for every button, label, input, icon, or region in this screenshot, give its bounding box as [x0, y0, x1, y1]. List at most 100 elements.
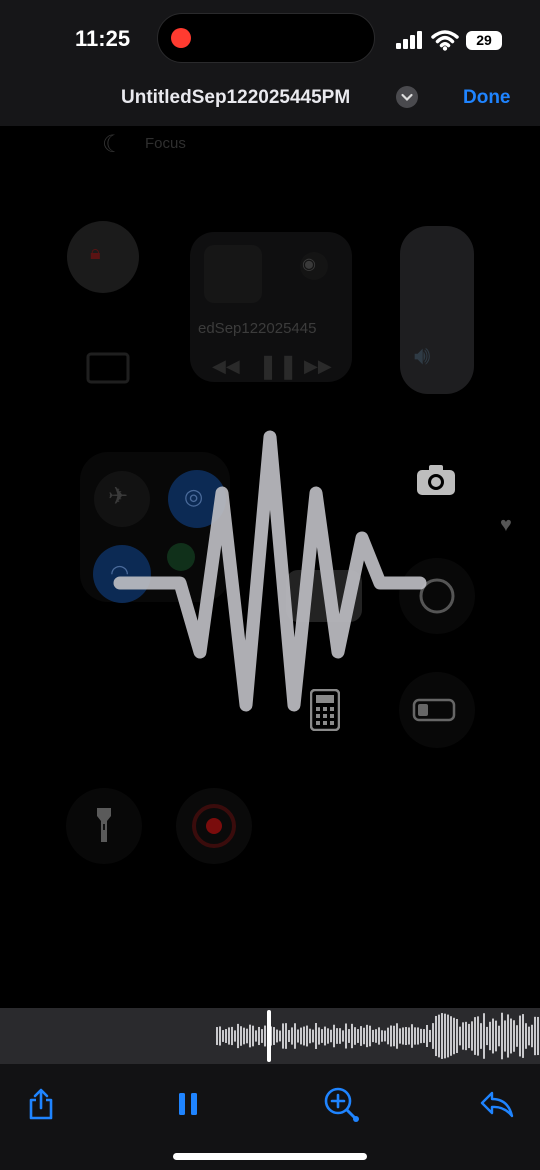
- waveform-bar: [342, 1030, 344, 1042]
- battery-icon: 29: [466, 31, 502, 50]
- waveform-bar: [288, 1030, 290, 1042]
- waveform-bar: [411, 1024, 413, 1048]
- waveform-bar: [297, 1029, 299, 1043]
- timeline-scrubber[interactable]: [0, 1008, 540, 1064]
- waveform-bar: [438, 1014, 440, 1058]
- waveform-bar: [483, 1013, 485, 1059]
- waveform-bar: [525, 1023, 527, 1049]
- zoom-button[interactable]: [321, 1084, 361, 1124]
- share-button[interactable]: [21, 1084, 61, 1124]
- waveform-bar: [312, 1029, 314, 1043]
- waveform-bar: [369, 1025, 371, 1047]
- waveform-bar: [444, 1013, 446, 1059]
- camera-icon: [416, 464, 456, 501]
- waveform-bar: [393, 1025, 395, 1047]
- waveform-bar: [228, 1027, 230, 1045]
- waveform-bar: [492, 1018, 494, 1054]
- waveform-bar: [432, 1023, 434, 1049]
- waveform-bar: [300, 1027, 302, 1045]
- waveform-bar: [519, 1015, 521, 1057]
- waveform-bar: [429, 1029, 431, 1043]
- done-button[interactable]: Done: [463, 87, 511, 109]
- waveform-bar: [489, 1021, 491, 1051]
- waveform-bar: [276, 1029, 278, 1043]
- waveform-bar: [360, 1026, 362, 1046]
- share-icon: [29, 1088, 53, 1120]
- cellular-signal-icon: [396, 31, 422, 49]
- wifi-icon: [431, 30, 459, 51]
- waveform-bar: [453, 1017, 455, 1055]
- waveform-bar: [354, 1027, 356, 1045]
- waveform-bar: [495, 1020, 497, 1052]
- waveform-bar: [423, 1029, 425, 1043]
- pause-button[interactable]: [168, 1084, 208, 1124]
- waveform-bar: [405, 1026, 407, 1046]
- recording-title[interactable]: UntitledSep122025445PM: [121, 87, 350, 109]
- waveform-bar: [237, 1023, 239, 1049]
- waveform-bar: [327, 1028, 329, 1044]
- waveform-bar: [414, 1027, 416, 1045]
- waveform-bar: [366, 1024, 368, 1048]
- media-title: edSep122025445: [198, 320, 317, 337]
- playhead[interactable]: [267, 1010, 271, 1062]
- waveform-bar: [339, 1028, 341, 1044]
- rewind-icon: ◀◀: [212, 356, 240, 376]
- flashlight-icon: [96, 806, 112, 849]
- waveform-bar: [534, 1016, 536, 1056]
- waveform-bar: [387, 1027, 389, 1045]
- replay-button[interactable]: [477, 1084, 517, 1124]
- waveform-bar: [324, 1026, 326, 1046]
- waveform-bar: [345, 1023, 347, 1049]
- waveform-bar: [477, 1016, 479, 1056]
- waveform-bar: [258, 1026, 260, 1046]
- waveform-bar: [279, 1030, 281, 1042]
- waveform-bar: [507, 1014, 509, 1058]
- waveform-bar: [315, 1023, 317, 1049]
- waveform-bar: [465, 1021, 467, 1051]
- waveform-bar: [480, 1023, 482, 1049]
- waveform-bar: [417, 1027, 419, 1045]
- waveform-bar: [240, 1026, 242, 1046]
- heart-icon: ♥: [500, 514, 512, 536]
- waveform-bar: [390, 1025, 392, 1047]
- waveform-bar: [468, 1023, 470, 1049]
- waveform-bar: [396, 1023, 398, 1049]
- waveform-bar: [348, 1029, 350, 1043]
- waveform-bar: [246, 1028, 248, 1044]
- waveform-bar: [522, 1014, 524, 1058]
- waveform-bar: [408, 1027, 410, 1045]
- pause-glyph-icon: ❚❚: [258, 353, 299, 380]
- waveform-bar: [291, 1027, 293, 1045]
- waveform-bar: [381, 1030, 383, 1042]
- waveform-bar: [306, 1025, 308, 1047]
- volume-icon: 🔊︎: [414, 340, 431, 370]
- waveform-bar: [363, 1027, 365, 1045]
- undo-arrow-icon: [480, 1091, 514, 1118]
- pause-icon: [179, 1093, 197, 1115]
- home-indicator[interactable]: [173, 1153, 367, 1160]
- waveform-bar: [225, 1029, 227, 1043]
- waveform-bar: [486, 1026, 488, 1046]
- waveform-bar: [333, 1024, 335, 1048]
- waveform-bar: [351, 1023, 353, 1049]
- dynamic-island[interactable]: [157, 13, 375, 63]
- waveform-bar: [294, 1023, 296, 1049]
- waveform-bar: [318, 1027, 320, 1045]
- waveform-bar: [510, 1018, 512, 1054]
- recording-indicator-icon: [171, 28, 191, 48]
- focus-moon-icon: ☾: [102, 131, 124, 158]
- waveform-bar: [309, 1028, 311, 1044]
- status-bar: 11:25 29: [0, 0, 540, 80]
- waveform-bar: [426, 1024, 428, 1048]
- preview-backdrop: [66, 221, 475, 864]
- waveform-bar: [402, 1027, 404, 1045]
- waveform-bar: [528, 1026, 530, 1046]
- waveform-bar: [321, 1029, 323, 1043]
- waveform-bar: [222, 1030, 224, 1042]
- waveform-bar: [231, 1026, 233, 1046]
- lock-rotation-icon: 🔒︎: [90, 242, 101, 264]
- airplay-icon: ◉: [302, 256, 316, 273]
- chevron-down-icon[interactable]: [396, 86, 418, 108]
- waveform-bar: [234, 1030, 236, 1042]
- forward-icon: ▶▶: [304, 356, 332, 376]
